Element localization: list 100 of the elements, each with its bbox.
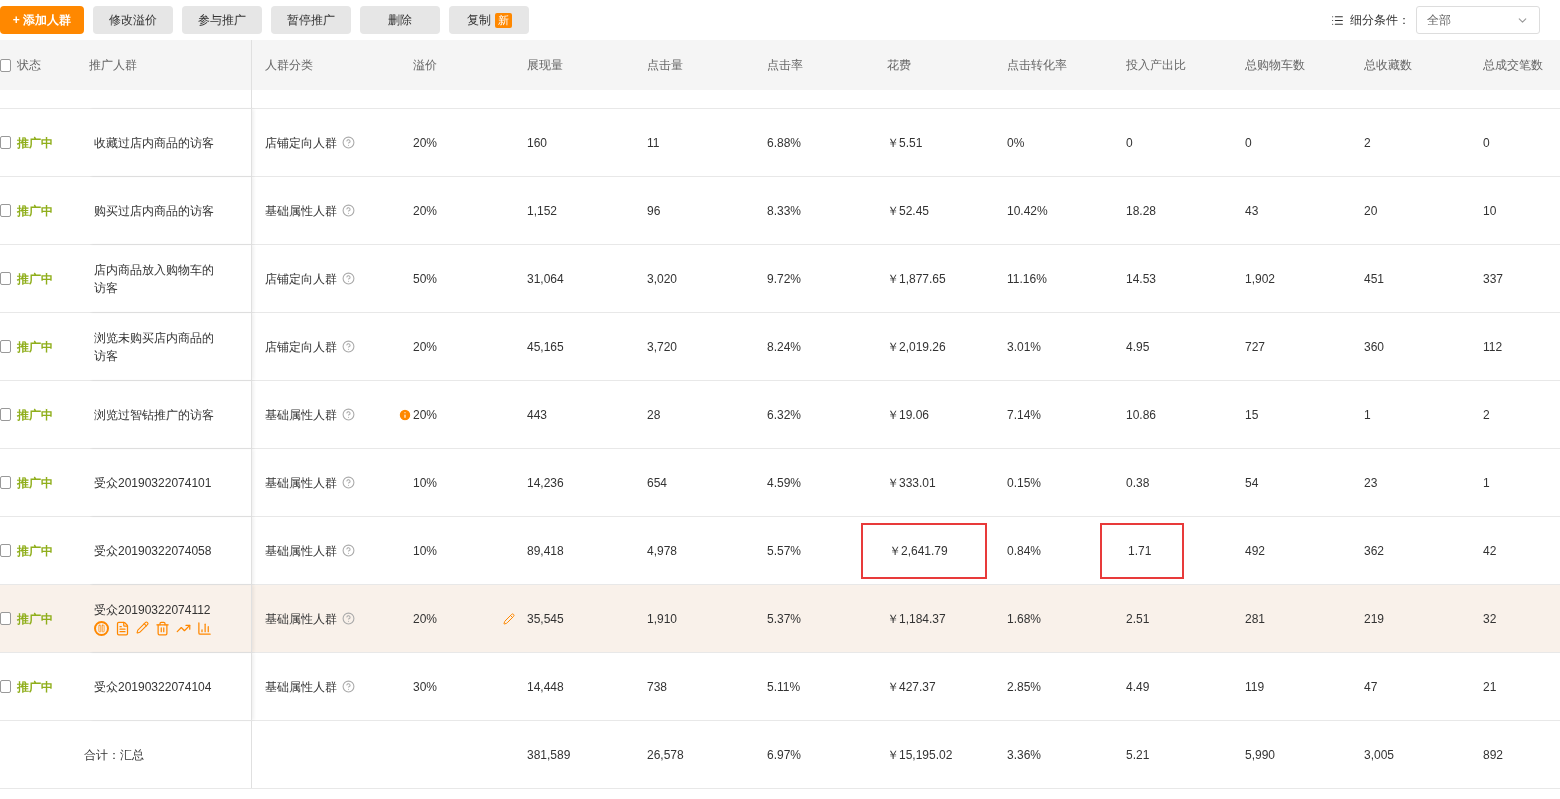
premium-text: 20% [413,338,438,356]
list-icon [1331,13,1344,27]
highlight-frame: ￥2,641.79 [861,522,987,579]
document-icon[interactable] [115,621,130,636]
row-checkbox[interactable] [0,476,11,489]
audience-name: 受众20190322074112 [94,602,212,619]
metric-cell-text: 47 [1364,678,1378,696]
status-text: 推广中 [17,202,53,220]
metric-cell-text: 2.85% [1007,678,1042,696]
metric-cell-text: 1,902 [1245,270,1276,288]
help-icon[interactable] [342,204,355,217]
filter-select[interactable]: 全部 [1416,6,1540,34]
metric-cell-text: ￥5.51 [887,134,923,152]
metric-cell-text: 119 [1245,678,1265,696]
help-icon[interactable] [342,544,355,557]
row-checkbox[interactable] [0,272,11,285]
toolbar-button[interactable]: 删除 [360,6,440,34]
metric-cell-text: 160 [527,134,548,152]
help-icon[interactable] [342,136,355,149]
metric-cell-text: 1 [1364,406,1371,424]
total-cell: 3,005 [1364,747,1395,762]
toolbar-button[interactable]: 修改溢价 [93,6,173,34]
help-icon[interactable] [342,340,355,353]
status-text: 推广中 [17,134,53,152]
help-icon[interactable] [342,680,355,693]
column-header: 展现量 [527,58,563,72]
audience-name: 店内商品放入购物车的访客 [94,261,215,297]
audience-name: 浏览过智钻推广的访客 [94,406,215,424]
metric-cell-text: 10.86 [1126,406,1157,424]
metric-cell-text: 0.84% [1007,542,1042,560]
help-icon[interactable] [342,408,355,421]
status-text: 推广中 [17,678,53,696]
column-header: 状态 [17,58,41,72]
status-text: 推广中 [17,338,53,356]
premium-text: 20% [413,610,438,628]
column-header: 总收藏数 [1364,58,1412,72]
metric-cell-text: 0 [1483,134,1490,152]
metric-cell-text: 9.72% [767,270,802,288]
metric-cell-text: 4.95 [1126,338,1150,356]
metric-cell-text: ￥19.06 [887,406,930,424]
help-icon[interactable] [342,612,355,625]
category-text: 基础属性人群 [265,202,337,220]
metric-cell-text: ￥427.37 [887,678,936,696]
metric-cell-text: 0.38 [1126,474,1150,492]
help-icon[interactable] [342,272,355,285]
category-text: 基础属性人群 [265,678,337,696]
metric-cell-text: 3.01% [1007,338,1042,356]
column-header: 点击率 [767,58,803,72]
premium-text: 50% [413,270,438,288]
metric-cell-text: 1 [1483,474,1490,492]
metric-cell-text: 1,152 [527,202,558,220]
total-cell: ￥15,195.02 [887,747,953,762]
premium-text: 10% [413,542,438,560]
row-checkbox[interactable] [0,204,11,217]
metric-cell-text: 6.32% [767,406,802,424]
metric-cell-text: 10 [1483,202,1497,220]
column-header: 花费 [887,58,911,72]
row-checkbox[interactable] [0,680,11,693]
metric-cell-text: ￥1,184.37 [887,610,946,628]
pencil-icon[interactable] [136,621,149,634]
row-checkbox[interactable] [0,340,11,353]
total-cell: 5,990 [1245,747,1276,762]
toolbar-button[interactable]: 复制 新 [449,6,529,34]
category-text: 基础属性人群 [265,406,337,424]
category-text: 基础属性人群 [265,542,337,560]
row-checkbox[interactable] [0,544,11,557]
help-icon[interactable] [342,476,355,489]
toolbar-button[interactable]: 暂停推广 [271,6,351,34]
toolbar-button[interactable]: 参与推广 [182,6,262,34]
metric-cell-text: 14.53 [1126,270,1157,288]
metric-cell-text: 10.42% [1007,202,1048,220]
metric-cell-text: 7.14% [1007,406,1042,424]
bar-chart-icon[interactable] [197,621,212,636]
new-badge: 新 [494,12,512,28]
metric-cell-text: 337 [1483,270,1504,288]
total-cell: 3.36% [1007,747,1042,762]
metric-cell-text: 2 [1364,134,1371,152]
audience-name: 购买过店内商品的访客 [94,202,215,220]
category-text: 店铺定向人群 [265,270,337,288]
premium-text: 20% [413,134,438,152]
total-cell: 892 [1483,747,1504,762]
audience-name: 收藏过店内商品的访客 [94,134,215,152]
row-checkbox[interactable] [0,612,11,625]
metric-cell-text: 1.68% [1007,610,1042,628]
highlight-frame: 1.71 [1100,522,1184,579]
row-checkbox[interactable] [0,408,11,421]
metric-cell-text: 6.88% [767,134,802,152]
metric-cell-text: 35,545 [527,610,564,628]
metric-cell-text: 4.49 [1126,678,1150,696]
metric-cell-text: 21 [1483,678,1497,696]
total-cell: 6.97% [767,747,802,762]
metric-cell-text: 14,236 [527,474,564,492]
pause-icon[interactable] [94,621,109,636]
metric-cell-text: 28 [647,406,661,424]
metric-cell-text: 8.24% [767,338,802,356]
edit-icon[interactable] [503,612,515,625]
select-all-checkbox[interactable] [0,58,11,72]
trash-icon[interactable] [155,621,170,636]
row-checkbox[interactable] [0,136,11,149]
metric-cell-text: 11.16% [1007,270,1047,288]
